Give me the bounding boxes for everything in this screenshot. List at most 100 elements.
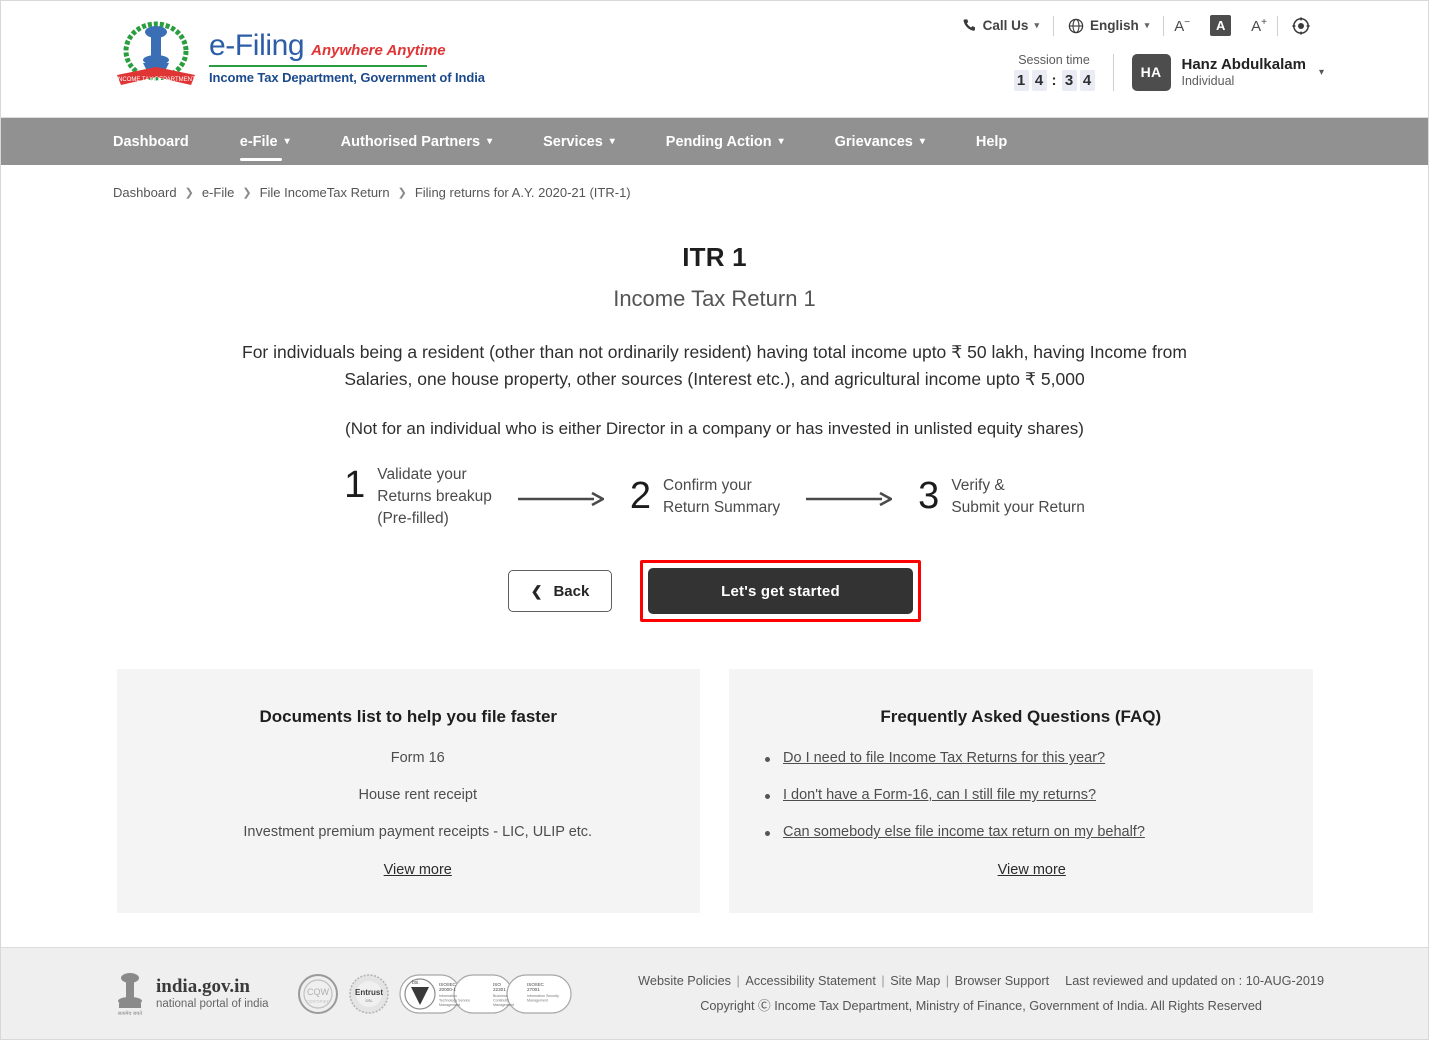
svg-text:Business: Business [493, 994, 508, 998]
footer-link-site-map[interactable]: Site Map [890, 974, 940, 988]
nav-item-help[interactable]: Help [976, 118, 1007, 166]
document-item: Investment premium payment receipts - LI… [149, 824, 669, 840]
divider: | [731, 974, 745, 988]
document-item: Form 16 [149, 750, 669, 766]
session-timer: Session time 1 4 : 3 4 [1014, 53, 1113, 91]
documents-view-more-link[interactable]: View more [384, 862, 452, 878]
footer-link-website-policies[interactable]: Website Policies [638, 974, 731, 988]
lets-get-started-button[interactable]: Let's get started [648, 568, 913, 614]
breadcrumb-item-file-income-tax-return[interactable]: File IncomeTax Return [260, 185, 390, 200]
page-description: For individuals being a resident (other … [215, 339, 1215, 392]
page-note: (Not for an individual who is either Dir… [1, 419, 1428, 439]
svg-text:CERTIFIED: CERTIFIED [306, 999, 330, 1004]
step-line: Returns breakup [377, 486, 492, 508]
step-number: 3 [918, 477, 939, 515]
faq-view-more-wrap: View more [761, 861, 1281, 879]
top-header: INCOME TAX DEPARTMENT e-Filing Anywhere … [1, 1, 1428, 117]
session-time-value: 1 4 : 3 4 [1014, 70, 1095, 91]
step-text: Verify & Submit your Return [951, 475, 1085, 519]
call-us-menu[interactable]: Call Us ▾ [948, 18, 1053, 33]
faq-list-item: I don't have a Form-16, can I still file… [761, 787, 1281, 803]
step-line: Verify & [951, 475, 1085, 497]
brand-department: Income Tax Department, Government of Ind… [209, 70, 485, 85]
india-gov-logo[interactable]: सत्यमेव जयते india.gov.in national porta… [113, 971, 269, 1017]
nav-item-pending-action[interactable]: Pending Action ▾ [666, 118, 784, 166]
breadcrumb-item-current: Filing returns for A.Y. 2020-21 (ITR-1) [415, 185, 631, 200]
nav-item-efile[interactable]: e-File ▾ [240, 118, 290, 166]
footer-last-reviewed: Last reviewed and updated on : 10-AUG-20… [1065, 974, 1324, 988]
svg-text:सत्यमेव जयते: सत्यमेव जयते [118, 1010, 142, 1017]
page-root: INCOME TAX DEPARTMENT e-Filing Anywhere … [0, 0, 1429, 1040]
faq-link[interactable]: Do I need to file Income Tax Returns for… [783, 750, 1105, 766]
font-decrease-button[interactable]: A− [1164, 17, 1200, 35]
svg-text:Continuity: Continuity [493, 998, 509, 1002]
svg-text:20000-1: 20000-1 [439, 987, 456, 992]
divider: | [940, 974, 954, 988]
lets-get-started-highlight: Let's get started [640, 560, 921, 622]
ashoka-emblem-icon: सत्यमेव जयते [113, 971, 147, 1017]
nav-item-authorised-partners[interactable]: Authorised Partners ▾ [341, 118, 492, 166]
page-title: ITR 1 [1, 242, 1428, 273]
footer-logos: सत्यमेव जयते india.gov.in national porta… [1, 971, 573, 1017]
user-menu[interactable]: HA Hanz Abdulkalam Individual ▾ [1113, 54, 1325, 91]
brand-text: e-Filing Anywhere Anytime Income Tax Dep… [209, 19, 485, 85]
breadcrumb-item-efile[interactable]: e-File [202, 185, 235, 200]
chevron-right-icon: ❯ [398, 186, 407, 199]
globe-icon [1068, 18, 1084, 34]
font-increase-button[interactable]: A+ [1241, 17, 1277, 35]
arrow-right-icon [518, 491, 604, 512]
chevron-down-icon: ▾ [1145, 20, 1150, 31]
language-selector[interactable]: English ▾ [1054, 18, 1163, 34]
brand-logo[interactable]: INCOME TAX DEPARTMENT e-Filing Anywhere … [113, 19, 485, 91]
back-button[interactable]: ❮ Back [508, 570, 612, 612]
main-content: ITR 1 Income Tax Return 1 For individual… [1, 242, 1428, 913]
session-digit: 1 [1014, 70, 1029, 91]
cqw-certification-seal-icon: CQW CERTIFIED [297, 973, 339, 1015]
nav-item-services[interactable]: Services ▾ [543, 118, 615, 166]
step-number: 2 [630, 477, 651, 515]
bsi-iso-certifications-icon: bsi. ISO/IEC 20000-1 Information Technol… [399, 972, 573, 1016]
chevron-down-icon: ▾ [1034, 20, 1039, 31]
session-and-user: Session time 1 4 : 3 4 HA Hanz Abdulkala… [1014, 53, 1325, 91]
faq-link[interactable]: I don't have a Form-16, can I still file… [783, 787, 1096, 803]
svg-text:22301: 22301 [493, 987, 506, 992]
faq-link[interactable]: Can somebody else file income tax return… [783, 824, 1145, 840]
india-gov-subtitle: national portal of india [156, 998, 269, 1010]
user-role: Individual [1182, 74, 1306, 88]
breadcrumb-item-dashboard[interactable]: Dashboard [113, 185, 177, 200]
page-subtitle: Income Tax Return 1 [1, 286, 1428, 312]
avatar: HA [1132, 54, 1171, 91]
nav-label: Pending Action [666, 134, 772, 150]
footer-link-browser-support[interactable]: Browser Support [955, 974, 1050, 988]
back-button-label: Back [553, 583, 589, 600]
chevron-right-icon: ❯ [242, 186, 251, 199]
svg-text:SSL: SSL [365, 998, 373, 1003]
step-3: 3 Verify & Submit your Return [918, 475, 1085, 519]
bullet-icon [765, 831, 770, 836]
nav-label: Help [976, 134, 1007, 150]
footer-link-accessibility-statement[interactable]: Accessibility Statement [745, 974, 875, 988]
nav-item-grievances[interactable]: Grievances ▾ [835, 118, 925, 166]
chevron-down-icon: ▾ [1319, 67, 1324, 78]
step-line: Validate your [377, 464, 492, 486]
accessibility-gear-icon[interactable] [1278, 17, 1324, 35]
svg-text:bsi.: bsi. [412, 980, 420, 986]
step-2: 2 Confirm your Return Summary [630, 475, 780, 519]
divider: | [876, 974, 890, 988]
documents-card-title: Documents list to help you file faster [149, 707, 669, 727]
nav-item-dashboard[interactable]: Dashboard [113, 118, 189, 166]
brand-divider [209, 65, 427, 67]
entrust-seal-icon: Entrust SSL [348, 973, 390, 1015]
user-name: Hanz Abdulkalam [1182, 56, 1306, 73]
india-gov-title: india.gov.in [156, 977, 269, 998]
faq-view-more-link[interactable]: View more [998, 862, 1066, 878]
chevron-down-icon: ▾ [920, 136, 925, 147]
session-digit: 4 [1032, 70, 1047, 91]
session-digit: 4 [1080, 70, 1095, 91]
svg-text:CQW: CQW [307, 987, 330, 997]
faq-card: Frequently Asked Questions (FAQ) Do I ne… [729, 669, 1313, 913]
arrow-right-icon [806, 491, 892, 512]
font-normal-button[interactable]: A [1210, 15, 1231, 36]
bullet-icon [765, 794, 770, 799]
call-us-label: Call Us [983, 18, 1029, 33]
